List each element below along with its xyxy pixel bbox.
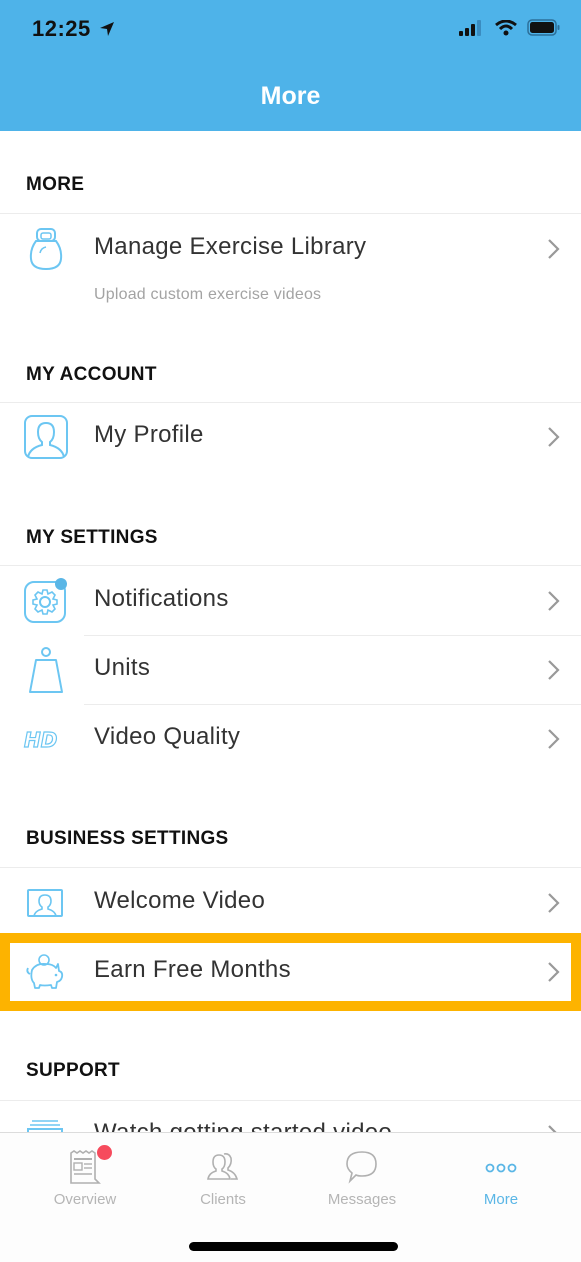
- row-notifications[interactable]: Notifications: [0, 567, 581, 635]
- welcome-video-icon: [27, 889, 63, 917]
- divider: [0, 213, 581, 214]
- row-subtext: Upload custom exercise videos: [94, 286, 322, 303]
- chevron-right-icon: [548, 660, 560, 680]
- divider: [0, 867, 581, 868]
- weight-icon: [29, 647, 63, 693]
- section-title-support: SUPPORT: [26, 1060, 120, 1081]
- settings-list[interactable]: MORE Manage Exercise Library Upload cust…: [0, 131, 581, 1132]
- home-indicator[interactable]: [189, 1242, 398, 1251]
- chevron-right-icon: [548, 893, 560, 913]
- video-stack-icon: [27, 1120, 63, 1132]
- header: 12:25 More: [0, 0, 581, 131]
- row-label: Units: [94, 654, 151, 681]
- chevron-right-icon: [548, 591, 560, 611]
- row-label: My Profile: [94, 421, 204, 448]
- row-label: Earn Free Months: [94, 956, 291, 983]
- section-title-my-settings: MY SETTINGS: [26, 527, 158, 548]
- more-dots-icon: [485, 1163, 517, 1173]
- row-welcome-video[interactable]: Welcome Video: [0, 869, 581, 937]
- svg-text:HD: HD: [24, 728, 57, 752]
- row-label: Notifications: [94, 585, 229, 612]
- section-title-more: MORE: [26, 174, 85, 195]
- settings-gear-icon: [24, 578, 67, 623]
- piggy-bank-icon: [26, 954, 64, 989]
- row-earn-free-months[interactable]: Earn Free Months: [0, 938, 581, 1006]
- tab-messages[interactable]: Messages: [302, 1147, 422, 1217]
- tab-label: Clients: [200, 1191, 246, 1208]
- tab-more[interactable]: More: [441, 1147, 561, 1217]
- status-icons: [459, 19, 561, 36]
- location-arrow-icon: [100, 22, 114, 36]
- tab-overview[interactable]: Overview: [25, 1145, 145, 1217]
- kettlebell-icon: [29, 228, 63, 271]
- row-label: Welcome Video: [94, 887, 266, 914]
- row-manage-exercise-library[interactable]: Manage Exercise Library Upload custom ex…: [0, 215, 581, 315]
- tab-label: Messages: [327, 1191, 397, 1208]
- tab-clients[interactable]: Clients: [163, 1147, 283, 1217]
- row-label: Watch getting started video: [94, 1119, 392, 1132]
- chevron-right-icon: [548, 1125, 557, 1132]
- divider: [0, 565, 581, 566]
- tab-label: Overview: [53, 1191, 117, 1208]
- row-video-quality[interactable]: HD Video Quality: [0, 705, 581, 773]
- cellular-signal-icon: [459, 19, 481, 36]
- hd-icon: HD: [23, 727, 58, 752]
- chat-bubble-icon: [346, 1151, 377, 1184]
- users-icon: [207, 1153, 239, 1180]
- notification-dot: [55, 578, 67, 590]
- chevron-right-icon: [548, 427, 560, 447]
- chevron-right-icon: [548, 729, 560, 749]
- row-watch-getting-started-video[interactable]: Watch getting started video: [0, 1101, 581, 1132]
- section-title-business-settings: BUSINESS SETTINGS: [26, 828, 229, 849]
- battery-icon: [527, 19, 560, 36]
- chevron-right-icon: [548, 962, 560, 982]
- chevron-right-icon: [548, 239, 560, 259]
- notification-badge: [97, 1145, 112, 1160]
- status-time: 12:25: [32, 16, 91, 41]
- row-units[interactable]: Units: [0, 636, 581, 704]
- row-label: Manage Exercise Library: [94, 233, 367, 260]
- section-title-my-account: MY ACCOUNT: [26, 364, 157, 385]
- row-label: Video Quality: [94, 723, 241, 750]
- wifi-icon: [495, 19, 517, 35]
- tab-label: More: [483, 1191, 519, 1208]
- page-title: More: [260, 82, 321, 110]
- profile-icon: [24, 415, 68, 459]
- row-my-profile[interactable]: My Profile: [0, 403, 581, 471]
